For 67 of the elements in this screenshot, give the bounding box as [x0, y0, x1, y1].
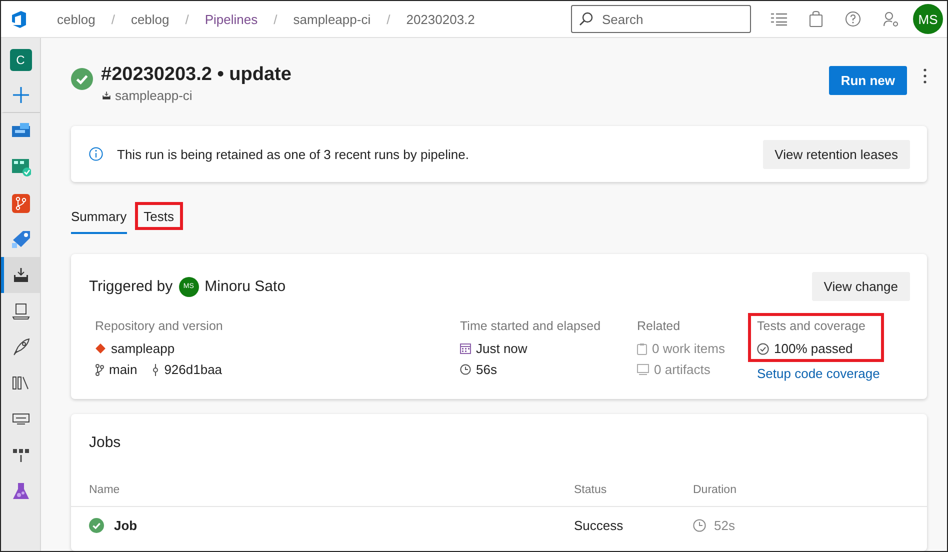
branch-icon — [10, 193, 30, 213]
column-header: Status — [574, 484, 608, 496]
breadcrumb-separator: / — [386, 12, 390, 26]
user-settings-icon[interactable] — [883, 11, 899, 27]
setup-code-coverage-link[interactable]: Setup code coverage — [757, 366, 910, 381]
breadcrumb-separator: / — [111, 12, 115, 26]
breadcrumb-link[interactable]: sampleapp-ci — [293, 12, 371, 26]
more-icon[interactable] — [923, 68, 927, 84]
run-title: #20230203.2 • update — [101, 63, 292, 87]
section-heading: Repository and version — [95, 319, 224, 333]
search-field[interactable]: Search — [571, 5, 751, 33]
git-icon — [95, 343, 106, 354]
branch-name: main — [109, 362, 138, 377]
tab[interactable]: Summary — [71, 206, 127, 234]
commit-id: 926d1baa — [164, 362, 222, 377]
job-status: Success — [574, 518, 624, 533]
test-result: 100% passed — [774, 341, 853, 356]
shopping-bag-icon[interactable] — [809, 11, 823, 27]
commit-icon — [152, 364, 160, 376]
elapsed-time: 56s — [476, 362, 497, 377]
job-duration: 52s — [714, 518, 735, 533]
column-header: Name — [89, 484, 121, 496]
clock-icon — [460, 364, 471, 375]
add-icon — [10, 84, 30, 104]
branch-icon — [95, 364, 104, 376]
azure-devops-logo[interactable] — [9, 9, 29, 29]
tab[interactable]: Tests — [144, 205, 174, 234]
view-retention-leases-button[interactable]: View retention leases — [762, 140, 910, 168]
section-heading: Tests and coverage — [757, 319, 866, 333]
help-icon[interactable] — [845, 11, 861, 27]
pipeline-name: sampleapp-ci — [115, 88, 192, 103]
column-header: Duration — [693, 484, 738, 496]
breadcrumb-link[interactable]: ceblog — [130, 12, 170, 26]
work-items-count: 0 work items — [652, 341, 725, 356]
clipboard-icon — [637, 342, 647, 354]
check-circle-icon — [757, 342, 769, 354]
banner-message: This run is being retained as one of 3 recent runs by pipeline. — [117, 146, 470, 162]
user-avatar[interactable]: MS — [913, 4, 943, 34]
search-icon — [579, 12, 593, 26]
section-heading: Time started and elapsed — [460, 319, 602, 333]
section-heading: Related — [637, 319, 682, 333]
breadcrumb-separator: / — [185, 12, 189, 26]
job-row[interactable]: Job Success 52s — [71, 507, 927, 544]
list-icon[interactable] — [771, 12, 787, 26]
repository-name: sampleapp — [111, 341, 175, 356]
start-time: Just now — [476, 341, 528, 356]
project-badge[interactable]: C — [10, 49, 32, 71]
info-icon — [89, 147, 103, 161]
flask-icon — [10, 481, 30, 501]
breadcrumb-link[interactable]: Pipelines — [204, 12, 258, 26]
artifact-icon — [637, 364, 649, 375]
laptop-icon — [10, 301, 30, 321]
job-name: Job — [114, 518, 138, 533]
breadcrumb-separator: / — [274, 12, 278, 26]
jobs-title: Jobs — [88, 433, 122, 453]
build-icon — [101, 90, 112, 101]
calendar-icon — [460, 343, 471, 354]
breadcrumb-link[interactable]: 20230203.2 — [406, 12, 475, 26]
breadcrumb-link[interactable]: ceblog — [57, 12, 96, 26]
triggered-by-label: Triggered by — [89, 278, 173, 295]
clock-icon — [693, 519, 706, 532]
nav-item[interactable] — [1, 257, 40, 293]
board-check-icon — [10, 157, 30, 177]
artifacts-count: 0 artifacts — [654, 362, 710, 377]
run-new-button[interactable]: Run new — [828, 66, 907, 95]
view-change-button[interactable]: View change — [812, 272, 910, 301]
user-name: Minoru Sato — [204, 278, 286, 295]
